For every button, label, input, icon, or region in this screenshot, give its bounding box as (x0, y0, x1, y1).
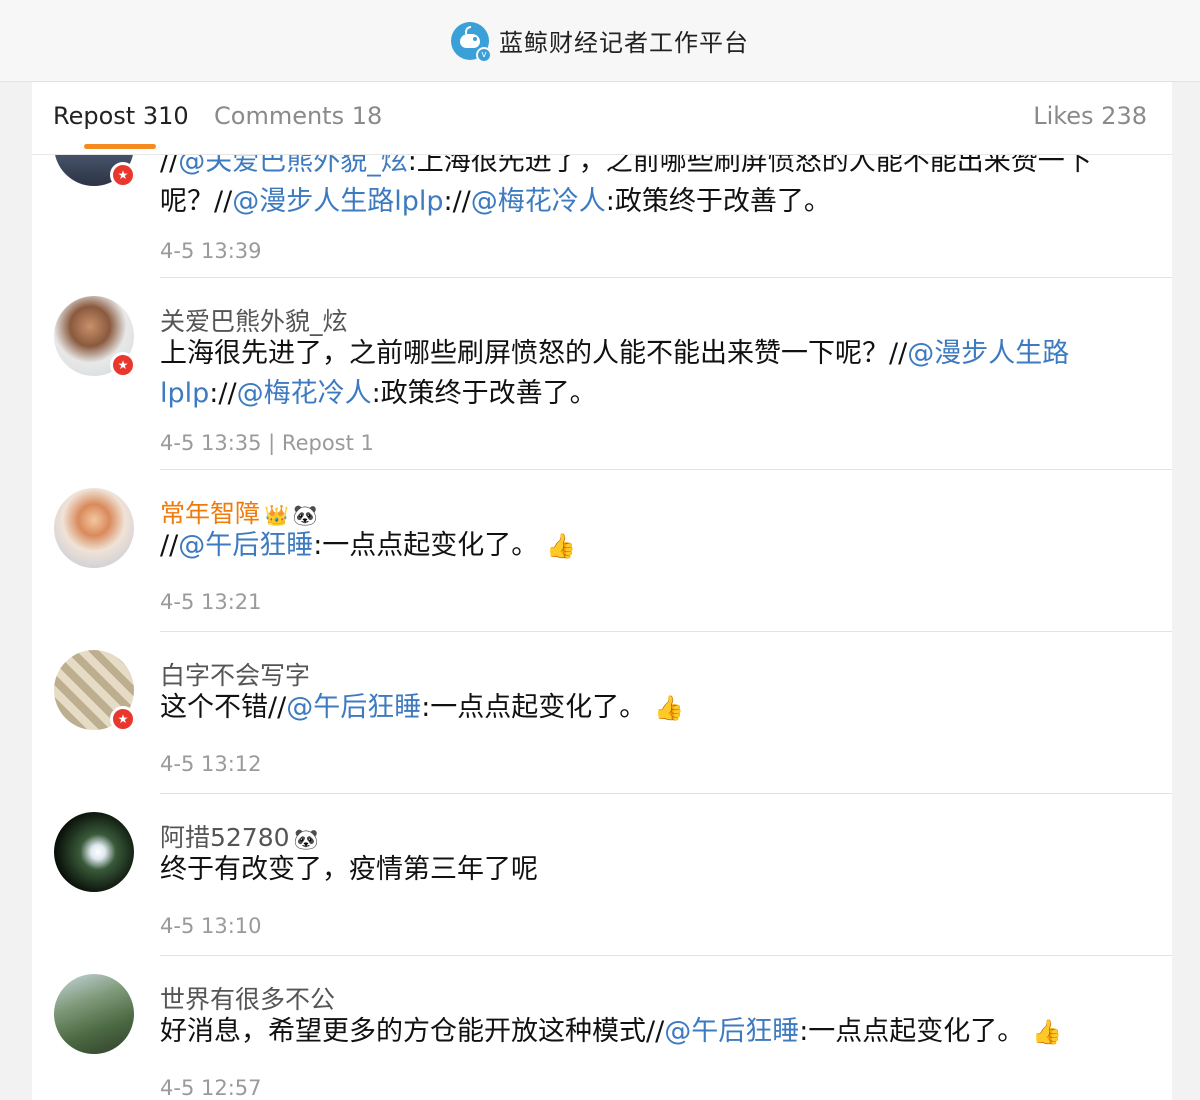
timestamp: 4-5 13:12 (160, 752, 262, 776)
avatar[interactable]: ★ (54, 296, 136, 378)
brand: v 蓝鲸财经记者工作平台 (451, 21, 749, 63)
mention-link[interactable]: @梅花冷人 (237, 378, 372, 409)
tab-comments[interactable]: Comments 18 (214, 102, 382, 130)
mention-link[interactable]: @午后狂睡 (178, 530, 313, 561)
list-item[interactable]: 常年智障 👑 🐼 //@午后狂睡:一点点起变化了。 👍 4-5 13:21 (32, 470, 1172, 632)
timestamp: 4-5 12:57 (160, 1076, 262, 1100)
active-tab-indicator (84, 144, 156, 149)
post-text: 这个不错//@午后狂睡:一点点起变化了。 👍 (160, 692, 685, 723)
avatar[interactable] (54, 974, 134, 1054)
app-header: v 蓝鲸财经记者工作平台 (0, 0, 1200, 82)
verified-badge-icon: ★ (110, 352, 136, 378)
post-text: 好消息，希望更多的方仓能开放这种模式//@午后狂睡:一点点起变化了。 👍 (160, 1016, 1063, 1047)
verified-icon: v (476, 46, 492, 63)
timestamp: 4-5 13:39 (160, 239, 262, 263)
mention-link[interactable]: @午后狂睡 (664, 1016, 799, 1047)
username[interactable]: 世界有很多不公 (160, 980, 335, 1016)
list-item[interactable]: ★ 白字不会写字 这个不错//@午后狂睡:一点点起变化了。 👍 4-5 13:12 (32, 632, 1172, 794)
verified-badge-icon: ★ (110, 162, 136, 188)
list-item[interactable]: 世界有很多不公 好消息，希望更多的方仓能开放这种模式//@午后狂睡:一点点起变化… (32, 956, 1172, 1100)
avatar[interactable] (54, 812, 134, 892)
timestamp: 4-5 13:10 (160, 914, 262, 938)
username[interactable]: 关爱巴熊外貌_炫 (160, 302, 348, 338)
thumbs-up-icon: 👍 (654, 694, 685, 722)
app-title: 蓝鲸财经记者工作平台 (499, 29, 749, 57)
whale-logo-icon: v (451, 21, 492, 63)
list-item[interactable]: ★ 关爱巴熊外貌_炫 上海很先进了，之前哪些刷屏愤怒的人能不能出来赞一下呢？//… (32, 278, 1172, 470)
verified-badge-icon: ★ (110, 706, 136, 732)
username[interactable]: 白字不会写字 (160, 656, 310, 692)
post-text: //@午后狂睡:一点点起变化了。 👍 (160, 530, 577, 561)
username[interactable]: 阿措52780 🐼 (160, 818, 318, 854)
tab-bar: Repost 310 Comments 18 Likes 238 (32, 82, 1172, 155)
mention-link[interactable]: @午后狂睡 (286, 692, 421, 723)
tab-likes[interactable]: Likes 238 (1033, 102, 1147, 130)
post-text: 终于有改变了，疫情第三年了呢 (160, 854, 538, 885)
timestamp: 4-5 13:35 | Repost 1 (160, 431, 374, 455)
thumbs-up-icon: 👍 (1032, 1018, 1063, 1046)
timestamp: 4-5 13:21 (160, 590, 262, 614)
list-item[interactable]: 阿措52780 🐼 终于有改变了，疫情第三年了呢 4-5 13:10 (32, 794, 1172, 956)
mention-link[interactable]: @漫步人生路lplp (232, 186, 443, 217)
panda-icon: 🐼 (292, 503, 318, 527)
post-text: 上海很先进了，之前哪些刷屏愤怒的人能不能出来赞一下呢？//@漫步人生路lplp:… (160, 338, 1070, 409)
crown-icon: 👑 (264, 503, 289, 527)
post-detail-panel: ★ //@关爱巴熊外貌_炫:上海很先进了，之前哪些刷屏愤怒的人能不能出来赞一下呢… (32, 82, 1172, 1100)
thumbs-up-icon: 👍 (546, 532, 577, 560)
avatar[interactable] (54, 488, 134, 568)
avatar[interactable]: ★ (54, 650, 136, 732)
tab-repost[interactable]: Repost 310 (53, 102, 189, 130)
panda-icon: 🐼 (293, 827, 319, 851)
username[interactable]: 常年智障 👑 🐼 (160, 494, 318, 530)
mention-link[interactable]: @梅花冷人 (471, 186, 606, 217)
